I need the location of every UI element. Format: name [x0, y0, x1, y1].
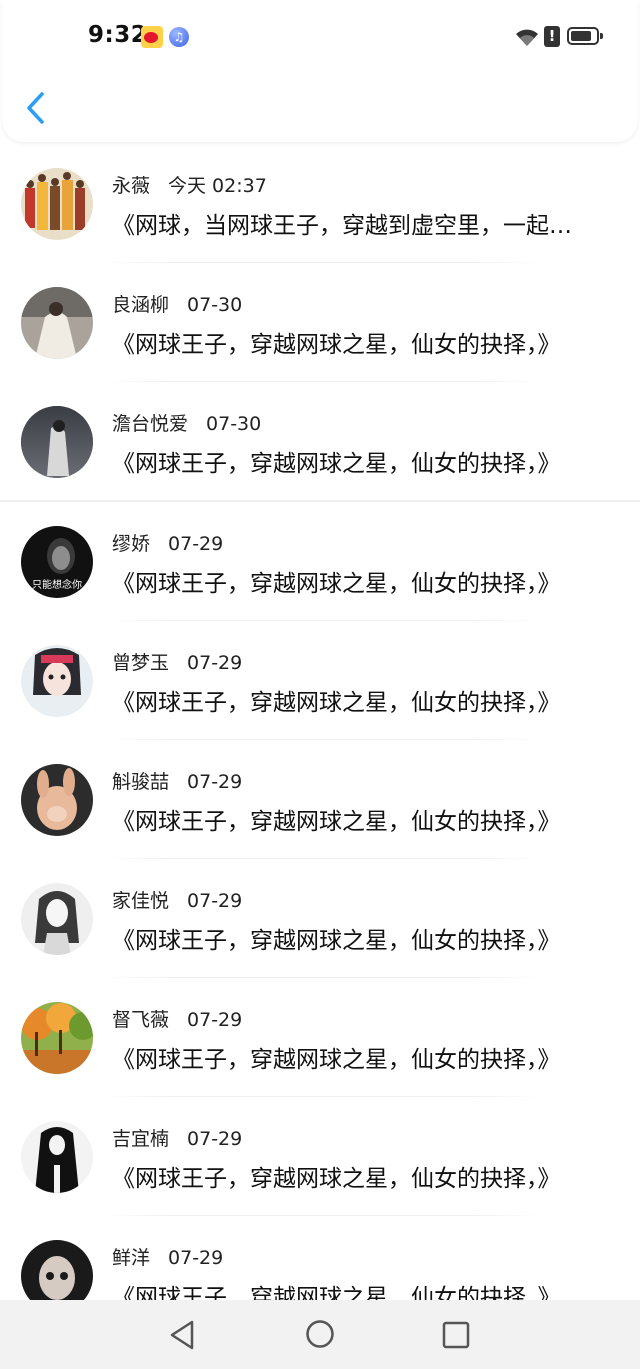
nav-home-button[interactable]	[305, 1319, 335, 1349]
alert-icon: !	[544, 26, 560, 47]
comment-date: 07-29	[168, 533, 224, 555]
comment-date: 07-30	[187, 294, 243, 316]
bw-figure-avatar[interactable]	[21, 1121, 93, 1193]
nav-back-button[interactable]	[168, 1319, 198, 1351]
comment-text[interactable]: 《网球王子，穿越网球之星，仙女的抉择，》	[112, 802, 612, 836]
commenter-name[interactable]: 鲜洋	[112, 1247, 150, 1269]
chevron-left-icon	[27, 92, 44, 124]
status-time: 9:32	[88, 22, 148, 48]
comment-date: 07-29	[187, 1009, 243, 1031]
status-bar: 9:32 ♫ !	[2, 0, 638, 74]
commenter-name[interactable]: 缪娇	[112, 533, 150, 555]
music-icon: ♫	[169, 27, 189, 47]
comment-date: 07-29	[187, 1128, 243, 1150]
battery-icon	[567, 27, 603, 45]
list-item[interactable]: 良涵柳 07-30 《网球王子，穿越网球之星，仙女的抉择，》	[0, 263, 640, 382]
commenter-name[interactable]: 良涵柳	[112, 294, 169, 316]
wifi-icon	[514, 26, 540, 48]
list-item[interactable]: 督飞薇 07-29 《网球王子，穿越网球之星，仙女的抉择，》	[0, 978, 640, 1097]
commenter-name[interactable]: 斛骏喆	[112, 771, 169, 793]
commenter-name[interactable]: 吉宜楠	[112, 1128, 169, 1150]
header: 9:32 ♫ !	[2, 0, 638, 142]
comment-text[interactable]: 《网球王子，穿越网球之星，仙女的抉择，》	[112, 683, 612, 717]
list-item[interactable]: 斛骏喆 07-29 《网球王子，穿越网球之星，仙女的抉择，》	[0, 740, 640, 859]
dark-figure-avatar[interactable]	[21, 406, 93, 478]
autumn-trees-avatar[interactable]	[21, 1002, 93, 1074]
girl-selfie-avatar[interactable]	[21, 645, 93, 717]
sketch-girl-avatar[interactable]	[21, 883, 93, 955]
commenter-name[interactable]: 督飞薇	[112, 1009, 169, 1031]
list-item[interactable]: 永薇 今天 02:37 《网球，当网球王子，穿越到虚空里，一起…	[0, 144, 640, 263]
commenter-name[interactable]: 家佳悦	[112, 890, 169, 912]
dark-portrait-avatar[interactable]: 只能想念你	[21, 526, 93, 598]
group-photo-avatar[interactable]	[21, 168, 93, 240]
comment-date: 07-29	[187, 890, 243, 912]
comment-date: 07-29	[187, 771, 243, 793]
weibo-icon	[141, 26, 163, 48]
list-item[interactable]: 家佳悦 07-29 《网球王子，穿越网球之星，仙女的抉择，》	[0, 859, 640, 978]
comment-date: 07-29	[168, 1247, 224, 1269]
commenter-name[interactable]: 澹台悦爱	[112, 413, 188, 435]
commenter-name[interactable]: 曾梦玉	[112, 652, 169, 674]
comment-text[interactable]: 《网球王子，穿越网球之星，仙女的抉择，》	[112, 1159, 612, 1193]
comment-text[interactable]: 《网球王子，穿越网球之星，仙女的抉择，》	[112, 444, 612, 478]
comment-text[interactable]: 《网球王子，穿越网球之星，仙女的抉择，》	[112, 921, 612, 955]
list-item[interactable]: 鲜洋 07-29 《网球王子，穿越网球之星，仙女的抉择，》	[0, 1216, 640, 1300]
avatar-caption: 只能想念你	[32, 578, 82, 591]
comment-list[interactable]: 永薇 今天 02:37 《网球，当网球王子，穿越到虚空里，一起… 良涵柳 07-30…	[0, 144, 640, 1300]
nav-recent-button[interactable]	[442, 1321, 470, 1349]
nav-back-icon	[170, 1320, 194, 1350]
doll-avatar[interactable]	[21, 1240, 93, 1300]
nav-home-icon	[306, 1320, 334, 1348]
girl-white-dress-avatar[interactable]	[21, 287, 93, 359]
nav-recent-icon	[442, 1321, 470, 1349]
list-item[interactable]: 只能想念你 缪娇 07-29 《网球王子，穿越网球之星，仙女的抉择，》	[0, 502, 640, 621]
system-nav-bar	[0, 1300, 640, 1369]
comment-date: 07-30	[206, 413, 262, 435]
list-item[interactable]: 吉宜楠 07-29 《网球王子，穿越网球之星，仙女的抉择，》	[0, 1097, 640, 1216]
back-button[interactable]	[20, 88, 54, 128]
comment-text[interactable]: 《网球王子，穿越网球之星，仙女的抉择，》	[112, 1278, 612, 1300]
comment-date: 07-29	[187, 652, 243, 674]
commenter-name[interactable]: 永薇	[112, 175, 150, 197]
comment-text[interactable]: 《网球王子，穿越网球之星，仙女的抉择，》	[112, 325, 612, 359]
comment-text[interactable]: 《网球王子，穿越网球之星，仙女的抉择，》	[112, 564, 612, 598]
list-item[interactable]: 澹台悦爱 07-30 《网球王子，穿越网球之星，仙女的抉择，》	[0, 382, 640, 501]
list-item[interactable]: 曾梦玉 07-29 《网球王子，穿越网球之星，仙女的抉择，》	[0, 621, 640, 740]
comment-list-screen: 9:32 ♫ ! 永薇 今天 02:37 《网球，当网球王子，穿越到虚空里，一起…	[0, 0, 640, 1369]
comment-text[interactable]: 《网球，当网球王子，穿越到虚空里，一起…	[112, 206, 612, 240]
comment-text[interactable]: 《网球王子，穿越网球之星，仙女的抉择，》	[112, 1040, 612, 1074]
bunny-avatar[interactable]	[21, 764, 93, 836]
comment-date: 今天 02:37	[168, 175, 267, 197]
